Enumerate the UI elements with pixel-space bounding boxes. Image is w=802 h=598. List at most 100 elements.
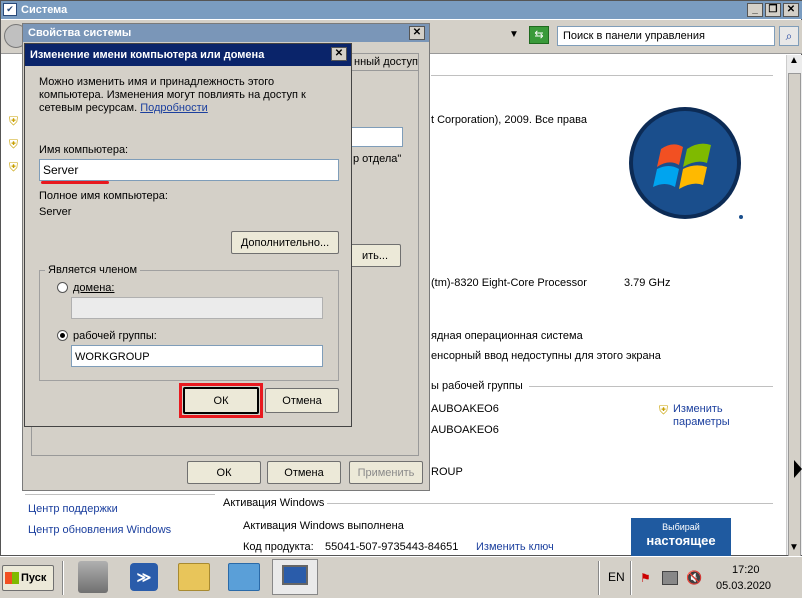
sysprops-title-bar[interactable]: Свойства системы ✕ — [23, 24, 429, 42]
copyright-text: t Corporation), 2009. Все права — [431, 114, 587, 126]
taskbar-separator — [62, 561, 64, 595]
shield-icon: ⛨ — [9, 114, 19, 128]
red-underline-annotation — [41, 181, 109, 184]
workgroup-input-value: WORKGROUP — [75, 351, 150, 363]
activation-status: Активация Windows выполнена — [243, 520, 404, 532]
rename-computer-dialog: Изменение имени компьютера или домена ✕ … — [24, 43, 352, 427]
explorer-icon[interactable] — [178, 563, 210, 591]
sysprops-description-field[interactable] — [349, 127, 403, 147]
maximize-button[interactable]: ❐ — [765, 3, 781, 17]
workgroup-value: ROUP — [431, 466, 463, 478]
rename-title-bar[interactable]: Изменение имени компьютера или домена ✕ — [25, 44, 351, 66]
rename-description: Можно изменить имя и принадлежность этог… — [39, 76, 329, 115]
os-type: ядная операционная система — [431, 330, 583, 342]
sysprops-description-hint: р отдела" — [353, 153, 402, 165]
product-key-label: Код продукта: — [243, 541, 314, 553]
sysprops-apply-button[interactable]: Применить — [349, 461, 423, 484]
start-button[interactable]: Пуск — [2, 565, 54, 591]
workgroup-input[interactable]: WORKGROUP — [71, 345, 323, 367]
full-name-label: Полное имя компьютера: — [39, 190, 168, 202]
rename-ok-label: ОК — [213, 394, 229, 407]
computer-name-label: Имя компьютера: — [39, 144, 129, 156]
search-placeholder: Поиск в панели управления — [563, 30, 705, 42]
start-windows-icon — [5, 572, 19, 584]
genuine-badge-line1: Выбирай — [662, 522, 700, 532]
processor-name: (tm)-8320 Eight-Core Processor — [431, 277, 587, 289]
group-divider — [529, 386, 773, 387]
member-of-label: Является членом — [45, 264, 141, 276]
genuine-badge-line2: настоящее — [646, 533, 716, 548]
more-button[interactable]: Дополнительно... — [231, 231, 339, 254]
rename-close-button[interactable]: ✕ — [331, 47, 347, 61]
shield-icon: ⛨ — [659, 403, 669, 417]
domain-input[interactable] — [71, 297, 323, 319]
scroll-thumb[interactable] — [788, 73, 801, 563]
computer-name-input-value: Server — [43, 163, 79, 177]
close-button[interactable]: ✕ — [783, 3, 799, 17]
scroll-up-icon[interactable]: ▲ — [789, 55, 799, 66]
shield-icon: ⛨ — [9, 160, 19, 174]
scroll-down-icon[interactable]: ▼ — [789, 542, 799, 553]
powershell-icon[interactable]: ≫ — [130, 563, 158, 591]
activation-header: Активация Windows — [223, 497, 325, 509]
start-label: Пуск — [21, 572, 47, 584]
tray-separator — [598, 561, 600, 595]
domain-radio[interactable] — [57, 282, 68, 293]
sysprops-cancel-label: Отмена — [284, 466, 324, 479]
refresh-button[interactable]: ⇆ — [529, 26, 549, 44]
support-center-link[interactable]: Центр поддержки — [28, 503, 118, 515]
dropdown-arrow-icon[interactable]: ▼ — [509, 29, 519, 40]
windows-logo-icon — [629, 107, 743, 219]
group-header: ы рабочей группы — [431, 380, 523, 392]
sysprops-title: Свойства системы — [28, 27, 132, 39]
change-key-link[interactable]: Изменить ключ — [476, 541, 554, 553]
language-indicator[interactable]: EN — [608, 570, 625, 584]
computer-name-input[interactable]: Server — [39, 159, 339, 181]
genuine-badge[interactable]: Выбирай настоящее — [631, 518, 731, 556]
network-icon[interactable] — [662, 571, 678, 585]
tray-separator — [630, 561, 632, 595]
monitor-icon — [282, 565, 308, 585]
search-icon[interactable]: ⌕ — [779, 26, 799, 46]
rename-ok-button[interactable]: ОК — [183, 387, 259, 414]
minimize-button[interactable]: _ — [747, 3, 763, 17]
change-settings-link[interactable]: Изменить параметры — [673, 403, 739, 429]
taskbar: Пуск ≫ EN ⚑ 🔇 17:20 05.03.2020 — [0, 556, 802, 598]
rename-cancel-label: Отмена — [282, 394, 322, 407]
windows-update-link[interactable]: Центр обновления Windows — [28, 524, 171, 536]
action-center-flag-icon[interactable]: ⚑ — [640, 571, 654, 585]
full-name-text: Server — [39, 206, 72, 218]
workgroup-label[interactable]: рабочей группы: — [73, 330, 157, 342]
search-input[interactable]: Поиск в панели управления — [557, 26, 775, 46]
more-button-label: Дополнительно... — [240, 236, 330, 249]
details-link[interactable]: Подробности — [140, 102, 208, 114]
rename-title: Изменение имени компьютера или домена — [30, 49, 265, 61]
product-key-value: 55041-507-9735443-84651 — [325, 541, 459, 553]
sysprops-change-label: ить... — [361, 249, 389, 262]
sysprops-close-button[interactable]: ✕ — [409, 26, 425, 40]
activation-divider — [327, 503, 773, 504]
sysprops-ok-button[interactable]: ОК — [187, 461, 261, 484]
main-window-title: Система — [21, 4, 68, 16]
tab-remote-label: нный доступ — [354, 56, 418, 68]
tab-remote-access[interactable]: нный доступ — [349, 53, 419, 70]
server-manager-icon[interactable] — [78, 561, 108, 593]
computer-name-value: AUBOAKEO6 — [431, 403, 499, 415]
domain-label[interactable]: домена: — [73, 282, 114, 294]
vertical-scrollbar[interactable]: ▲ ▼ — [786, 55, 802, 563]
rename-cancel-button[interactable]: Отмена — [265, 388, 339, 413]
touch-info: енсорный ввод недоступны для этого экран… — [431, 350, 661, 362]
bottom-divider — [25, 494, 215, 495]
sysprops-change-button[interactable]: ить... — [349, 244, 401, 267]
clock-date[interactable]: 05.03.2020 — [716, 580, 771, 592]
shield-icon: ⛨ — [9, 137, 19, 151]
processor-speed: 3.79 GHz — [624, 277, 671, 289]
control-panel-icon[interactable] — [228, 563, 260, 591]
sysprops-apply-label: Применить — [357, 466, 415, 479]
workgroup-radio[interactable] — [57, 330, 68, 341]
main-title-bar[interactable]: ✔ Система _ ❐ ✕ — [1, 1, 802, 19]
clock-time[interactable]: 17:20 — [732, 564, 760, 576]
mouse-cursor-icon — [794, 460, 802, 478]
volume-muted-icon[interactable]: 🔇 — [686, 570, 702, 586]
sysprops-cancel-button[interactable]: Отмена — [267, 461, 341, 484]
